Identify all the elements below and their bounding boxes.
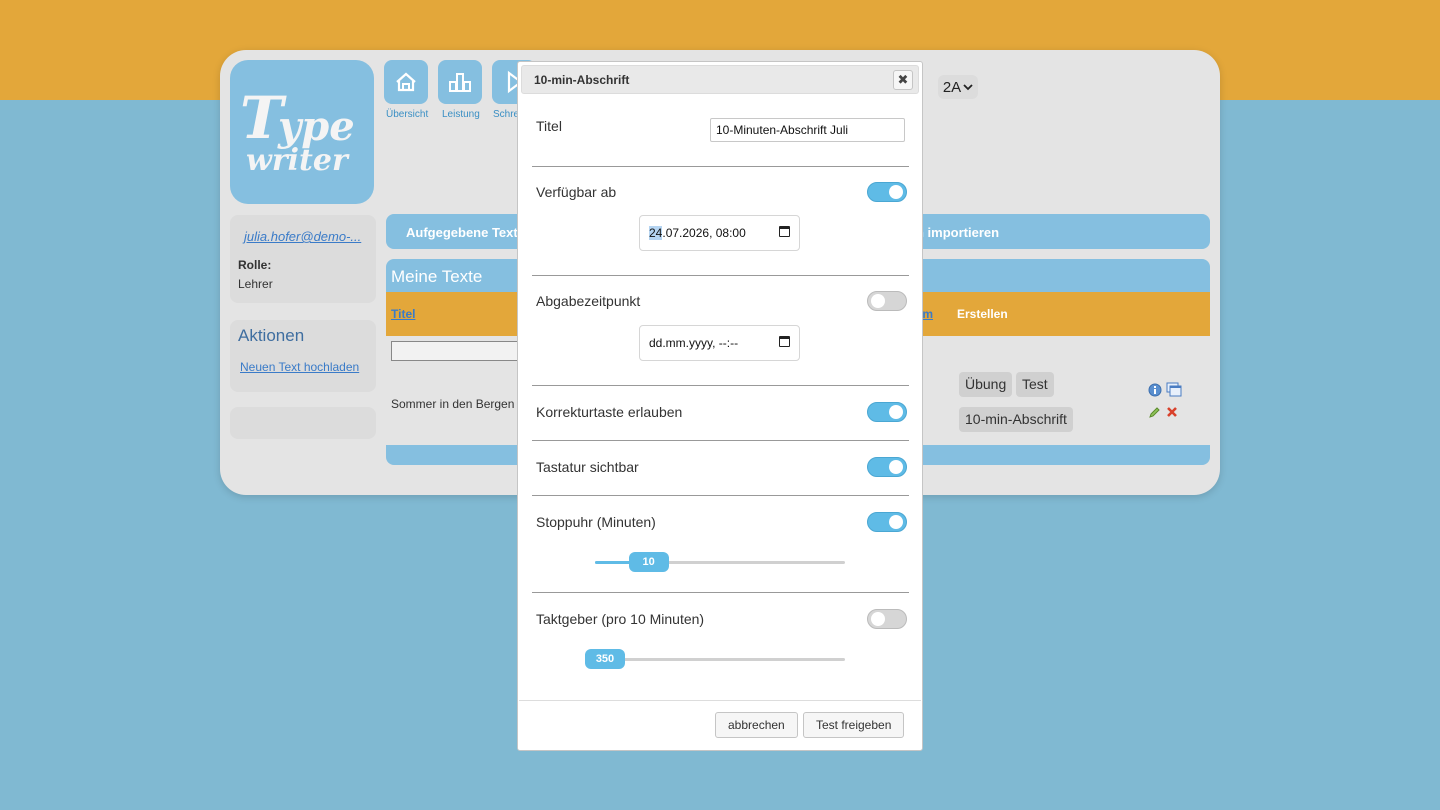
nav-overview-button[interactable] (384, 60, 428, 104)
edit-icon[interactable] (1148, 406, 1161, 419)
section-deadline: Abgabezeitpunkt dd.mm.yyyy, --:-- (532, 276, 909, 386)
section-title: Titel (532, 107, 909, 167)
class-select[interactable]: 2A (938, 75, 978, 99)
actions-box: Aktionen Neuen Text hochladen (230, 320, 376, 392)
correction-toggle[interactable] (867, 402, 907, 422)
title-input[interactable] (710, 118, 905, 142)
section-keyboard: Tastatur sichtbar (532, 441, 909, 496)
nav-overview-label[interactable]: Übersicht (386, 109, 428, 120)
tab-assigned-texts[interactable]: Aufgegebene Text (406, 225, 518, 240)
section-available: Verfügbar ab 24.07.2026, 08:00 (532, 167, 909, 276)
create-test-button[interactable]: Test (1016, 372, 1054, 397)
nav-performance-label[interactable]: Leistung (442, 109, 480, 120)
dialog-footer: abbrechen Test freigeben (519, 700, 921, 750)
deadline-placeholder: dd.mm.yyyy, --:-- (649, 336, 739, 350)
cancel-button[interactable]: abbrechen (715, 712, 798, 738)
deadline-datetime-input[interactable]: dd.mm.yyyy, --:-- (639, 325, 800, 361)
available-label: Verfügbar ab (536, 184, 617, 200)
row-title: Sommer in den Bergen (391, 397, 515, 411)
nav-performance-button[interactable] (438, 60, 482, 104)
available-date-rest: .07.2026, 08:00 (662, 226, 746, 240)
actions-title: Aktionen (238, 326, 305, 345)
keyboard-toggle[interactable] (867, 457, 907, 477)
deadline-label: Abgabezeitpunkt (536, 293, 641, 309)
pacer-slider-handle[interactable]: 350 (585, 649, 625, 669)
delete-icon[interactable] (1166, 406, 1178, 418)
close-icon[interactable]: ✖ (893, 70, 913, 90)
tab-import[interactable]: n importieren (916, 225, 999, 240)
dialog-title: 10-min-Abschrift (534, 73, 630, 87)
typewriter-logo[interactable]: T ype writer (230, 60, 374, 204)
available-day-segment: 24 (649, 226, 663, 240)
settings-dialog: 10-min-Abschrift ✖ Titel Verfügbar ab 24… (517, 61, 923, 751)
copy-icon[interactable] (1166, 382, 1182, 397)
svg-text:writer: writer (246, 143, 350, 178)
dialog-titlebar: 10-min-Abschrift ✖ (521, 65, 919, 94)
keyboard-label: Tastatur sichtbar (536, 459, 639, 475)
release-test-button[interactable]: Test freigeben (803, 712, 905, 738)
calendar-icon[interactable] (779, 336, 790, 347)
role-value: Lehrer (238, 277, 273, 291)
available-toggle[interactable] (867, 182, 907, 202)
bars-icon (449, 73, 471, 92)
deadline-toggle[interactable] (867, 291, 907, 311)
role-label: Rolle: (238, 258, 272, 272)
create-10min-button[interactable]: 10-min-Abschrift (959, 407, 1073, 432)
pacer-label: Taktgeber (pro 10 Minuten) (536, 611, 705, 627)
title-label: Titel (536, 118, 562, 134)
info-icon[interactable] (1148, 383, 1162, 397)
title-filter-input[interactable] (391, 341, 521, 361)
calendar-icon[interactable] (779, 226, 790, 237)
pacer-toggle[interactable] (867, 609, 907, 629)
nav-write-label[interactable]: Schre (493, 109, 519, 120)
class-select-value: 2A (942, 78, 962, 96)
chevron-down-icon (963, 84, 973, 91)
logo-graphic: T ype writer (240, 84, 355, 178)
available-datetime-input[interactable]: 24.07.2026, 08:00 (639, 215, 800, 251)
stopwatch-slider-handle[interactable]: 10 (628, 552, 669, 572)
stopwatch-toggle[interactable] (867, 512, 907, 532)
create-exercise-button[interactable]: Übung (959, 372, 1013, 397)
column-create: Erstellen (957, 307, 1008, 321)
correction-label: Korrekturtaste erlauben (536, 404, 683, 420)
upload-text-link[interactable]: Neuen Text hochladen (238, 360, 368, 374)
column-title[interactable]: Titel (391, 307, 415, 321)
section-stopwatch: Stoppuhr (Minuten) 10 (532, 496, 909, 593)
home-icon (396, 72, 416, 92)
user-email-link[interactable]: julia.hofer@demo-... (238, 229, 368, 244)
user-box: julia.hofer@demo-... Rolle: Lehrer (230, 215, 376, 303)
section-pacer: Taktgeber (pro 10 Minuten) 350 (532, 593, 909, 688)
stopwatch-label: Stoppuhr (Minuten) (536, 514, 656, 530)
section-correction: Korrekturtaste erlauben (532, 386, 909, 441)
empty-box (230, 407, 376, 439)
